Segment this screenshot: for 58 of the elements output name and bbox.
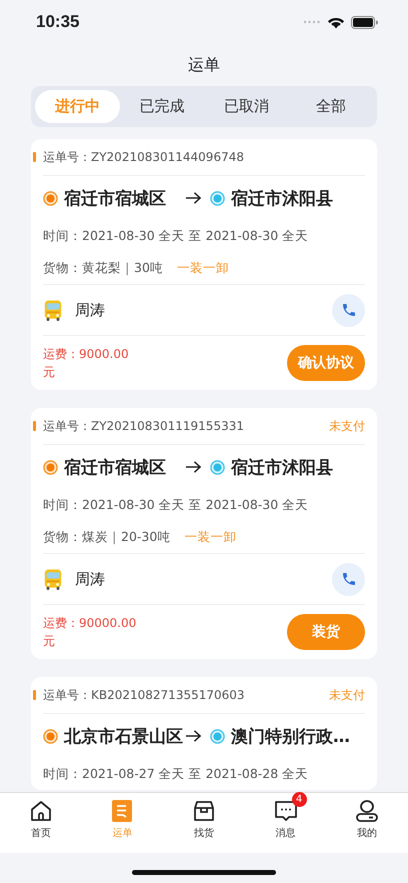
origin-city: 北京市石景山区 bbox=[64, 726, 183, 748]
origin-dot-icon bbox=[43, 460, 58, 474]
destination-dot-icon bbox=[210, 190, 225, 206]
cargo-info: 货物：黄花梨｜30吨 bbox=[43, 259, 163, 278]
destination-dot-icon bbox=[210, 460, 225, 474]
wifi-icon bbox=[327, 16, 345, 28]
destination-city: 宿迁市沭阳县 bbox=[231, 188, 333, 210]
arrow-icon bbox=[185, 191, 202, 205]
phone-icon bbox=[340, 302, 356, 318]
home-icon bbox=[28, 799, 53, 823]
arrow-icon bbox=[185, 729, 202, 743]
accent-bar bbox=[33, 152, 36, 162]
freight-fee: 运费：9000.00元 bbox=[43, 346, 130, 381]
nav-item[interactable]: 首页 bbox=[0, 793, 82, 853]
driver-name: 周涛 bbox=[75, 300, 106, 320]
user-icon bbox=[355, 799, 380, 823]
time-range: 时间：2021-08-27 全天 至 2021-08-28 全天 bbox=[43, 765, 310, 783]
freight-fee: 运费：90000.00元 bbox=[43, 615, 138, 650]
cargo-info: 货物：煤炭｜20-30吨 bbox=[43, 528, 170, 546]
order-number: 运单号：ZY202108301144096748 bbox=[43, 148, 245, 166]
time-range: 时间：2021-08-30 全天 至 2021-08-30 全天 bbox=[43, 496, 310, 514]
list-icon bbox=[110, 799, 134, 823]
phone-icon bbox=[340, 571, 356, 587]
load-type: 一装一卸 bbox=[184, 528, 236, 546]
payment-status: 未支付 bbox=[329, 418, 365, 434]
arrow-icon bbox=[185, 460, 202, 474]
call-button[interactable] bbox=[332, 294, 365, 326]
destination-city: 宿迁市沭阳县 bbox=[231, 456, 333, 478]
order-number: 运单号：KB202108271355170603 bbox=[43, 686, 246, 704]
origin-dot-icon bbox=[43, 190, 58, 206]
page-title: 运单 bbox=[187, 54, 221, 76]
status-tab[interactable]: 全部 bbox=[288, 90, 373, 123]
box-icon bbox=[192, 799, 216, 823]
load-type: 一装一卸 bbox=[176, 259, 229, 277]
unread-badge: 4 bbox=[292, 792, 307, 807]
payment-status: 未支付 bbox=[329, 686, 365, 704]
nav-item[interactable]: 4 消息 bbox=[244, 793, 326, 853]
status-tab[interactable]: 已取消 bbox=[204, 90, 288, 123]
status-time: 10:35 bbox=[36, 12, 80, 32]
time-range: 时间：2021-08-30 全天 至 2021-08-30 全天 bbox=[43, 227, 310, 245]
signal-icon bbox=[303, 20, 321, 24]
truck-icon bbox=[43, 298, 63, 322]
accent-bar bbox=[33, 421, 36, 431]
origin-dot-icon bbox=[43, 728, 58, 744]
destination-dot-icon bbox=[210, 728, 225, 744]
call-button[interactable] bbox=[332, 562, 365, 596]
battery-icon bbox=[351, 16, 378, 28]
truck-icon bbox=[43, 568, 63, 590]
destination-city: 澳门特别行政… bbox=[231, 726, 350, 748]
driver-name: 周涛 bbox=[75, 570, 106, 588]
status-tab[interactable]: 已完成 bbox=[120, 90, 204, 123]
origin-city: 宿迁市宿城区 bbox=[64, 456, 166, 478]
chat-icon bbox=[274, 799, 298, 823]
accent-bar bbox=[33, 690, 36, 700]
origin-city: 宿迁市宿城区 bbox=[64, 188, 166, 210]
nav-item[interactable]: 我的 bbox=[326, 793, 408, 853]
nav-item[interactable]: 找货 bbox=[163, 793, 245, 853]
order-number: 运单号：ZY202108301119155331 bbox=[43, 418, 245, 434]
